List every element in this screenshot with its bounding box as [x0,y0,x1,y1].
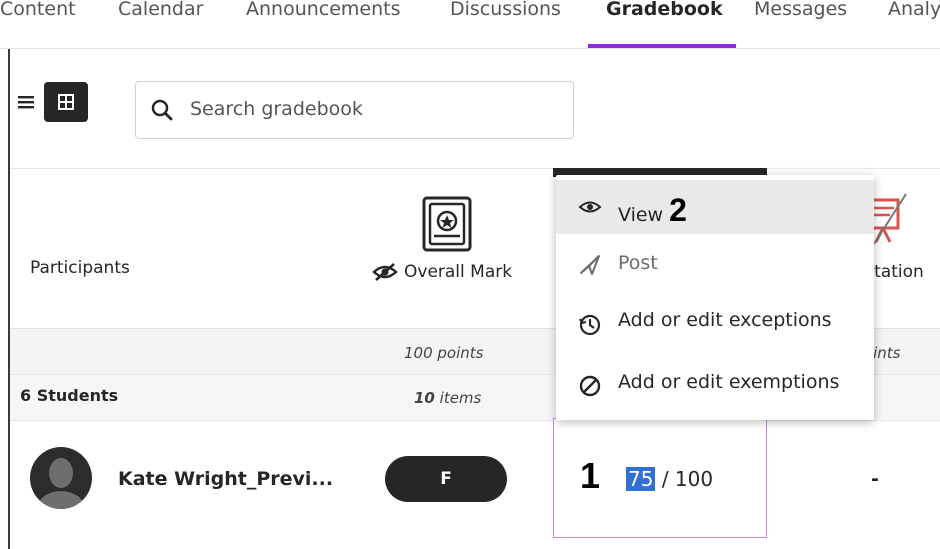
tab-calendar[interactable]: Calendar [118,0,203,28]
tab-analytics[interactable]: Analytics [888,0,940,28]
menu-item-exemptions[interactable]: Add or edit exemptions [556,357,874,411]
overall-mark-header[interactable]: Overall Mark [372,262,512,282]
search-icon [151,99,173,121]
step-1-annotation: 1 [580,455,601,496]
menu-item-exemptions-label: Add or edit exemptions [618,371,840,393]
tab-content[interactable]: Content [0,0,76,28]
menu-item-post-label: Post [618,252,658,274]
overall-grade: F [440,469,452,489]
avatar [30,447,92,509]
prohibit-icon [579,375,601,397]
score-value[interactable]: 75 [626,467,656,491]
students-count: 6 Students [20,386,119,405]
user-silhouette-icon [37,458,85,509]
score-total: / 100 [661,467,714,491]
overall-points: 100 points [404,344,484,362]
score-display[interactable]: 75 / 100 [626,467,713,491]
grid-view-button[interactable] [44,82,88,122]
clock-icon [579,314,601,336]
hidden-eye-icon [372,263,398,281]
overall-grade-pill[interactable]: F [385,456,507,502]
eye-icon [578,201,602,213]
active-tab-indicator [588,44,736,48]
tab-announcements[interactable]: Announcements [246,0,401,28]
menu-item-exceptions-label: Add or edit exceptions [618,309,832,331]
items-count-label: 10 items [414,389,481,407]
items-suffix: items [439,389,482,407]
course-nav: Content Calendar Announcements Discussio… [0,0,940,49]
tab-gradebook[interactable]: Gradebook [606,0,723,28]
overall-mark-label: Overall Mark [404,262,513,282]
search-input[interactable] [190,92,560,126]
overall-mark-book-icon [422,196,472,252]
participants-header[interactable]: Participants [30,258,130,278]
search-box [135,81,574,139]
view-label-text: View [618,204,664,226]
menu-item-view-label: View 2 [618,192,687,229]
tab-messages[interactable]: Messages [754,0,847,28]
items-count: 10 [414,389,435,407]
menu-item-exceptions[interactable]: Add or edit exceptions [556,295,874,349]
list-icon [18,96,34,109]
send-icon [580,255,600,275]
list-view-button[interactable] [10,82,42,122]
student-name[interactable]: Kate Wright_Previ... [118,468,333,490]
grid-icon [58,94,74,110]
step-2-annotation: 2 [669,192,687,228]
grade-context-menu: View 2 Post Add or edit exceptions Add or… [556,175,874,420]
presentation-grade[interactable]: - [871,468,879,490]
tab-discussions[interactable]: Discussions [450,0,561,28]
view-toggle [10,82,88,122]
menu-item-post[interactable]: Post [556,238,874,292]
menu-item-view[interactable]: View 2 [556,180,874,234]
